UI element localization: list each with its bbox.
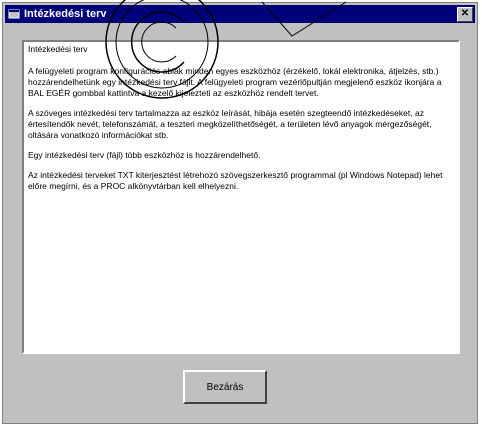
- plan-paragraph-1: A felügyeleti program konfigurációs abla…: [28, 66, 442, 98]
- plan-paragraph-2: A szöveges intézkedési terv tartalmazza …: [28, 108, 432, 140]
- plan-paragraph-4: Az intézkedési terveket TXT kiterjesztés…: [28, 170, 443, 191]
- app-icon: [8, 8, 20, 20]
- plan-text-area[interactable]: Intézkedési terv A felügyeleti program k…: [22, 40, 460, 354]
- dialog-window: Intézkedési terv ✕ Intézkedési terv A fe…: [2, 2, 478, 424]
- close-dialog-button[interactable]: Bezárás: [183, 370, 267, 404]
- window-title: Intézkedési terv: [24, 8, 107, 20]
- title-bar[interactable]: Intézkedési terv ✕: [5, 5, 475, 23]
- plan-heading: Intézkedési terv: [28, 44, 88, 54]
- close-button[interactable]: ✕: [457, 6, 473, 22]
- plan-paragraph-3: Egy intézkedési terv (fájl) több eszközh…: [28, 150, 261, 160]
